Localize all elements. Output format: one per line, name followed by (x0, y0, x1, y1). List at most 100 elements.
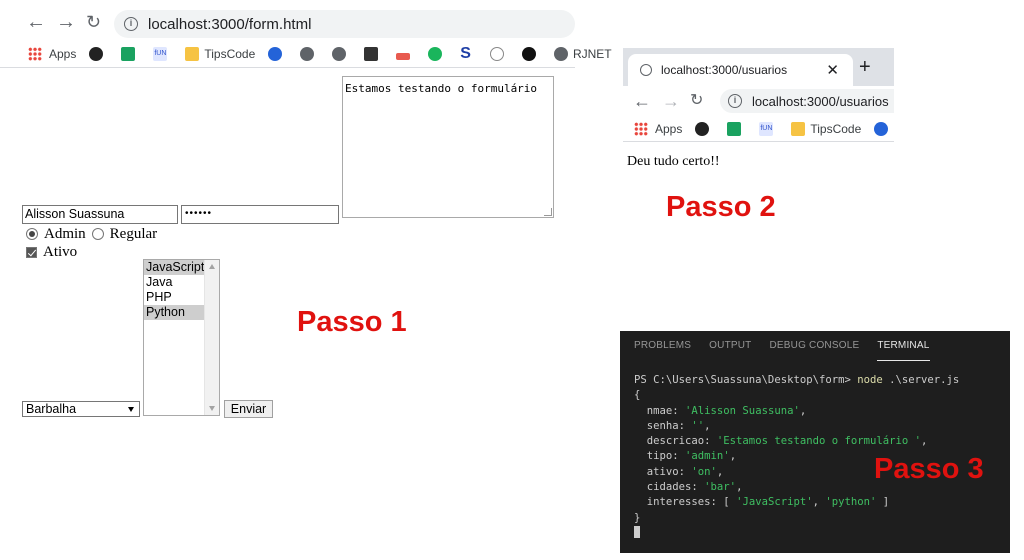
s-icon: S (460, 44, 471, 62)
apps-grid-icon (28, 46, 42, 61)
passo1-caption: Passo 1 (297, 306, 407, 338)
bookmarks-bar: Apps fUN TipsCode S RJNET (0, 40, 612, 68)
bookmark-label: TipsCode (810, 121, 862, 136)
terminal-comma: , (921, 435, 928, 448)
bookmark-d[interactable] (268, 46, 287, 61)
back-arrow-icon[interactable]: ← (633, 89, 651, 113)
ativo-checkbox[interactable] (26, 246, 37, 258)
bookmark-github[interactable] (521, 46, 541, 61)
address-bar[interactable]: i localhost:3000/form.html (114, 10, 575, 38)
bookmark-tipscode[interactable]: TipsCode (185, 46, 256, 61)
address-url: localhost:3000/form.html (148, 15, 312, 33)
globe-icon (332, 46, 347, 61)
browser2-tab[interactable]: localhost:3000/usuarios ✕ (628, 54, 853, 86)
option-java[interactable]: Java (144, 275, 205, 290)
info-icon[interactable]: i (124, 17, 138, 31)
bookmark-bus[interactable] (364, 46, 383, 61)
passo3-caption: Passo 3 (874, 453, 984, 485)
back-arrow-icon[interactable]: ← (26, 10, 46, 34)
nome-input[interactable]: Alisson Suassuna (22, 205, 178, 224)
admin-radio-label: Admin (44, 225, 86, 242)
fun-icon: fUN (153, 46, 168, 61)
terminal-key: tipo: (634, 450, 686, 463)
terminal-comma: , (729, 450, 737, 463)
forward-arrow-icon[interactable]: → (56, 10, 76, 34)
vscode-terminal-panel: PROBLEMS OUTPUT DEBUG CONSOLE TERMINAL P… (620, 331, 1010, 553)
bookmark-fun[interactable]: fUN (759, 121, 778, 136)
bookmark-label: TipsCode (204, 46, 256, 61)
tab-output[interactable]: OUTPUT (709, 331, 751, 361)
bookmark-circle[interactable] (489, 46, 509, 61)
bookmark-label: Apps (49, 46, 77, 61)
bookmark-label: Apps (655, 121, 683, 136)
descricao-textarea[interactable]: Estamos testando o formulário (342, 76, 554, 218)
reload-icon[interactable]: ↻ (86, 10, 101, 34)
circle-icon (489, 46, 504, 61)
bookmark-globe-2[interactable] (332, 46, 351, 61)
admin-radio[interactable] (26, 228, 38, 240)
bookmark-fun[interactable]: fUN (153, 46, 172, 61)
ativo-check-row: Ativo (26, 244, 77, 260)
terminal-command: node (857, 374, 883, 386)
bookmark-d[interactable] (874, 121, 893, 136)
senha-input[interactable]: •••••• (181, 205, 339, 224)
terminal-cursor (634, 525, 640, 538)
info-icon[interactable]: i (728, 94, 742, 108)
terminal-open-brace: { (634, 389, 641, 402)
bookmark-tipscode[interactable]: TipsCode (791, 121, 862, 136)
tab-title: localhost:3000/usuarios (661, 63, 788, 77)
browser2-toolbar: ← → ↻ i localhost:3000/usuarios (623, 86, 894, 116)
multiselect-scrollbar[interactable] (204, 260, 219, 415)
new-tab-plus-icon[interactable]: + (859, 56, 871, 79)
browser1-toolbar: ← → ↻ i localhost:3000/form.html (0, 0, 575, 44)
fun-icon: fUN (759, 121, 774, 136)
bookmark-avatar[interactable] (695, 121, 714, 136)
option-python[interactable]: Python (144, 305, 205, 320)
bus-icon (364, 46, 379, 61)
bookmark-apps[interactable]: Apps (28, 46, 77, 61)
tipo-radio-group: Admin Regular (26, 226, 157, 242)
bookmark-apps[interactable]: Apps (634, 121, 683, 136)
tab-problems[interactable]: PROBLEMS (634, 331, 691, 361)
close-icon[interactable]: ✕ (826, 61, 839, 79)
terminal-comma: , (716, 465, 724, 478)
bookmark-rjnet[interactable]: RJNET (553, 46, 612, 61)
play-icon (428, 46, 443, 61)
terminal-key: senha: (634, 419, 692, 432)
tab-terminal[interactable]: TERMINAL (877, 331, 930, 361)
terminal-key: cidades: (634, 481, 705, 494)
terminal-value: 'on' (691, 465, 717, 478)
bookmark-globe-1[interactable] (300, 46, 319, 61)
cidade-select[interactable]: Barbalha (22, 401, 140, 417)
bookmark-play[interactable] (428, 46, 447, 61)
hat-icon (396, 52, 411, 60)
resize-handle-icon[interactable] (544, 208, 552, 216)
terminal-value: 'bar' (704, 481, 737, 494)
terminal-comma: , (799, 404, 807, 417)
textarea-value: Estamos testando o formulário (345, 82, 538, 95)
green-bookmark-icon (727, 121, 742, 136)
forward-arrow-icon[interactable]: → (662, 89, 680, 113)
interesses-multiselect[interactable]: JavaScript Java PHP Python (143, 259, 220, 416)
scroll-down-icon[interactable] (209, 406, 215, 411)
ativo-checkbox-label: Ativo (43, 243, 78, 260)
bookmark-hat[interactable] (396, 48, 415, 60)
regular-radio[interactable] (91, 228, 104, 240)
scroll-up-icon[interactable] (209, 264, 215, 269)
bookmarks-bar-2: Apps fUN TipsCode (623, 116, 894, 142)
bookmark-s[interactable]: S (460, 45, 477, 63)
terminal-separator: , (812, 496, 826, 509)
bookmark-green[interactable] (121, 46, 140, 61)
terminal-command-arg: .\server.js (882, 374, 960, 386)
green-bookmark-icon (121, 46, 136, 61)
bookmark-green[interactable] (727, 121, 746, 136)
option-javascript[interactable]: JavaScript (144, 260, 205, 275)
d-icon (268, 46, 283, 61)
option-php[interactable]: PHP (144, 290, 205, 305)
enviar-button[interactable]: Enviar (224, 400, 273, 418)
bookmark-label: RJNET (572, 46, 612, 61)
address-bar[interactable]: i localhost:3000/usuarios (720, 89, 894, 113)
tab-debug-console[interactable]: DEBUG CONSOLE (769, 331, 859, 361)
reload-icon[interactable]: ↻ (690, 89, 703, 113)
bookmark-avatar[interactable] (89, 46, 108, 61)
